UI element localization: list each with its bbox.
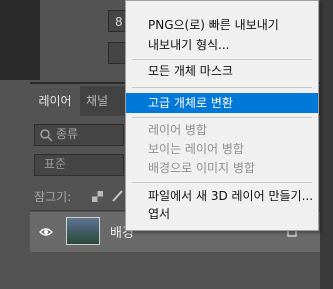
lock-label: 잠그기:	[34, 190, 72, 204]
panel-dock-edge	[0, 0, 40, 80]
menu-item-mask-all-objects[interactable]: 모든 개체 마스크	[126, 61, 318, 81]
menu-item-postcard[interactable]: 엽서	[126, 204, 318, 224]
menu-item-flatten-image: 배경으로 이미지 병합	[148, 161, 255, 175]
layer-thumbnail	[66, 217, 100, 245]
menu-separator	[132, 182, 312, 183]
blend-mode-value: 표준	[44, 157, 67, 171]
layers-list-empty-area	[30, 252, 333, 289]
menu-separator	[132, 117, 312, 118]
brush-icon[interactable]	[110, 189, 124, 203]
search-icon	[40, 129, 53, 142]
menu-item-quick-export-png[interactable]: PNG으(로) 빠른 내보내기	[126, 15, 318, 35]
menu-item-merge-visible: 보이는 레이어 병합	[148, 142, 244, 156]
menu-item-export-as[interactable]: 내보내기 형식...	[126, 35, 318, 55]
eye-icon[interactable]	[39, 227, 53, 237]
menu-separator	[132, 59, 312, 60]
checkerboard-icon[interactable]	[92, 191, 103, 202]
tab-channels[interactable]: 채널	[86, 86, 108, 116]
scrollbar[interactable]	[320, 0, 333, 289]
menu-item-new-3d-layer-from-file[interactable]: 파일에서 새 3D 레이어 만들기...	[126, 186, 318, 206]
menu-separator	[132, 87, 312, 88]
filter-kind-label: 종류	[56, 127, 79, 141]
tab-layers[interactable]: 레이어	[30, 86, 80, 116]
menu-item-convert-to-smart-object[interactable]: 고급 개체로 변환	[126, 93, 318, 113]
menu-item-merge-layers: 레이어 병합	[148, 123, 208, 137]
context-menu: PNG으(로) 빠른 내보내기 내보내기 형식... 모든 개체 마스크 고급 …	[125, 0, 319, 231]
